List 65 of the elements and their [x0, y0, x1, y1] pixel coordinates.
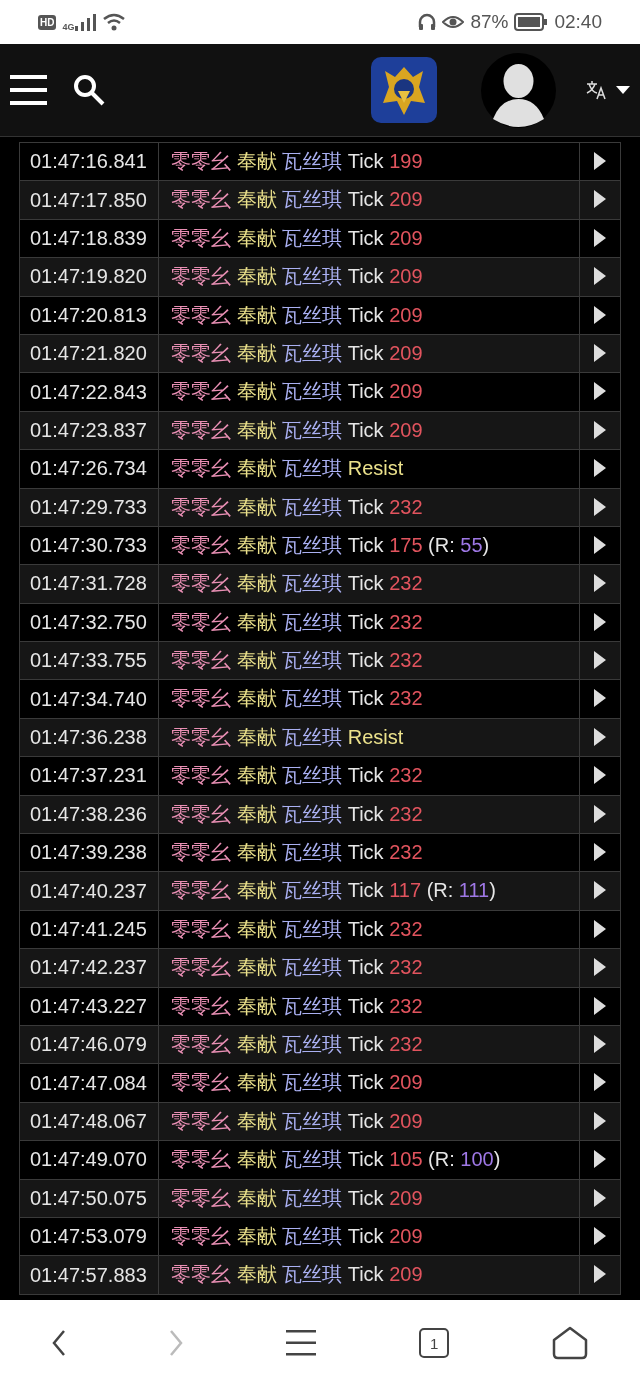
log-message-cell: 零零幺 奉献 瓦丝琪 Tick 209 — [159, 1217, 580, 1256]
log-message-cell: 零零幺 奉献 瓦丝琪 Tick 117 (R: 111) — [159, 872, 580, 910]
timestamp-cell: 01:47:46.079 — [20, 1026, 159, 1064]
log-message-cell: 零零幺 奉献 瓦丝琪 Resist — [159, 718, 580, 757]
battery-percent: 87% — [470, 11, 509, 33]
hd-indicator: HD — [38, 14, 57, 30]
timestamp-cell: 01:47:49.070 — [20, 1141, 159, 1179]
log-message-cell: 零零幺 奉献 瓦丝琪 Resist — [159, 450, 580, 488]
log-message-cell: 零零幺 奉献 瓦丝琪 Tick 232 — [159, 642, 580, 680]
log-message-cell: 零零幺 奉献 瓦丝琪 Tick 232 — [159, 565, 580, 603]
clock: 02:40 — [554, 11, 602, 33]
log-message-cell: 零零幺 奉献 瓦丝琪 Tick 209 — [159, 296, 580, 334]
log-message-cell: 零零幺 奉献 瓦丝琪 Tick 209 — [159, 1102, 580, 1141]
log-message-cell: 零零幺 奉献 瓦丝琪 Tick 209 — [159, 258, 580, 296]
log-message-cell: 零零幺 奉献 瓦丝琪 Tick 232 — [159, 488, 580, 526]
timestamp-cell: 01:47:32.750 — [20, 603, 159, 642]
log-message-cell: 零零幺 奉献 瓦丝琪 Tick 209 — [159, 373, 580, 411]
log-message-cell: 零零幺 奉献 瓦丝琪 Tick 232 — [159, 834, 580, 872]
network-type: 4G — [62, 22, 75, 32]
log-message-cell: 零零幺 奉献 瓦丝琪 Tick 209 — [159, 334, 580, 373]
timestamp-cell: 01:47:43.227 — [20, 987, 159, 1025]
timestamp-cell: 01:47:50.075 — [20, 1179, 159, 1217]
log-message-cell: 零零幺 奉献 瓦丝琪 Tick 232 — [159, 795, 580, 834]
log-message-cell: 零零幺 奉献 瓦丝琪 Tick 209 — [159, 181, 580, 219]
timestamp-cell: 01:47:21.820 — [20, 334, 159, 373]
timestamp-cell: 01:47:22.843 — [20, 373, 159, 411]
timestamp-cell: 01:47:20.813 — [20, 296, 159, 334]
log-message-cell: 零零幺 奉献 瓦丝琪 Tick 232 — [159, 949, 580, 987]
timestamp-cell: 01:47:16.841 — [20, 143, 159, 181]
timestamp-cell: 01:47:30.733 — [20, 526, 159, 565]
timestamp-cell: 01:47:38.236 — [20, 795, 159, 834]
timestamp-cell: 01:47:31.728 — [20, 565, 159, 603]
timestamp-cell: 01:47:39.238 — [20, 834, 159, 872]
timestamp-cell: 01:47:47.084 — [20, 1064, 159, 1102]
log-message-cell: 零零幺 奉献 瓦丝琪 Tick 209 — [159, 1256, 580, 1294]
timestamp-cell: 01:47:41.245 — [20, 910, 159, 949]
timestamp-cell: 01:47:48.067 — [20, 1102, 159, 1141]
timestamp-cell: 01:47:53.079 — [20, 1217, 159, 1256]
timestamp-cell: 01:47:36.238 — [20, 718, 159, 757]
timestamp-cell: 01:47:37.231 — [20, 757, 159, 795]
log-message-cell: 零零幺 奉献 瓦丝琪 Tick 199 — [159, 143, 580, 181]
log-message-cell: 零零幺 奉献 瓦丝琪 Tick 232 — [159, 757, 580, 795]
timestamp-cell: 01:47:18.839 — [20, 219, 159, 258]
log-message-cell: 零零幺 奉献 瓦丝琪 Tick 232 — [159, 680, 580, 718]
timestamp-cell: 01:47:17.850 — [20, 181, 159, 219]
log-message-cell: 零零幺 奉献 瓦丝琪 Tick 209 — [159, 411, 580, 450]
log-message-cell: 零零幺 奉献 瓦丝琪 Tick 232 — [159, 987, 580, 1025]
log-message-cell: 零零幺 奉献 瓦丝琪 Tick 232 — [159, 910, 580, 949]
timestamp-cell: 01:47:23.837 — [20, 411, 159, 450]
log-message-cell: 零零幺 奉献 瓦丝琪 Tick 175 (R: 55) — [159, 526, 580, 565]
timestamp-cell: 01:47:26.734 — [20, 450, 159, 488]
tabs-button[interactable]: 1 — [419, 1328, 450, 1358]
timestamp-cell: 01:47:42.237 — [20, 949, 159, 987]
timestamp-cell: 01:47:29.733 — [20, 488, 159, 526]
log-message-cell: 零零幺 奉献 瓦丝琪 Tick 209 — [159, 1179, 580, 1217]
log-message-cell: 零零幺 奉献 瓦丝琪 Tick 232 — [159, 603, 580, 642]
timestamp-cell: 01:47:33.755 — [20, 642, 159, 680]
timestamp-cell: 01:47:57.883 — [20, 1256, 159, 1294]
log-message-cell: 零零幺 奉献 瓦丝琪 Tick 209 — [159, 1064, 580, 1102]
log-message-cell: 零零幺 奉献 瓦丝琪 Tick 105 (R: 100) — [159, 1141, 580, 1179]
log-message-cell: 零零幺 奉献 瓦丝琪 Tick 209 — [159, 219, 580, 258]
timestamp-cell: 01:47:40.237 — [20, 872, 159, 910]
timestamp-cell: 01:47:34.740 — [20, 680, 159, 718]
timestamp-cell: 01:47:19.820 — [20, 258, 159, 296]
log-message-cell: 零零幺 奉献 瓦丝琪 Tick 232 — [159, 1026, 580, 1064]
